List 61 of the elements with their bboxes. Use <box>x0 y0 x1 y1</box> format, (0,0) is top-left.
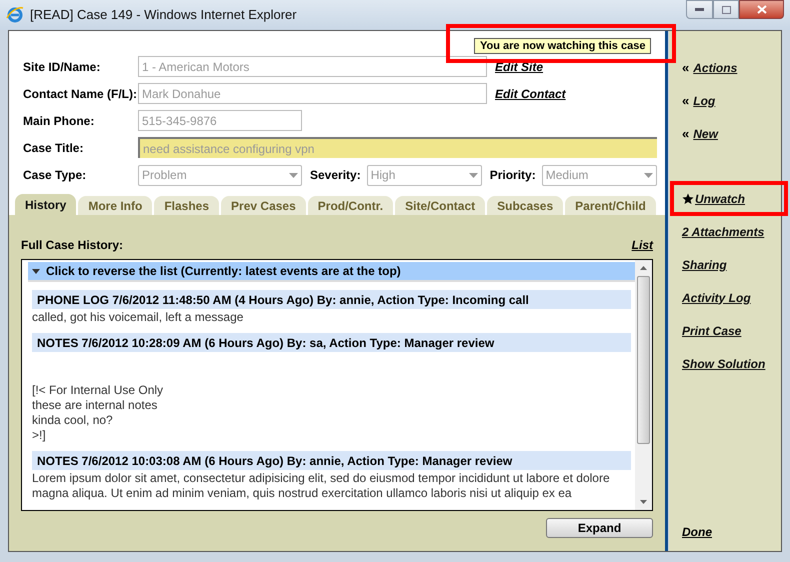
entry-text: >!] <box>32 428 47 443</box>
done-link[interactable]: Done <box>682 523 781 541</box>
entry-text: kinda cool, no? <box>32 413 114 428</box>
scroll-down-icon <box>640 500 647 504</box>
sidebar-link[interactable]: Unwatch <box>695 190 746 208</box>
field-label: Severity: <box>310 167 361 184</box>
tab[interactable]: Flashes <box>154 196 220 215</box>
dropdown-caret-icon <box>644 172 653 178</box>
tab[interactable]: Prev Cases <box>221 196 306 215</box>
field-label: Main Phone: <box>23 112 96 130</box>
watch-notice: You are now watching this case <box>474 38 652 54</box>
section-heading: Full Case History: <box>21 237 124 254</box>
maximize-icon <box>722 6 730 14</box>
field-label: Case Title: <box>23 140 84 156</box>
window-title: [READ] Case 149 - Windows Internet Explorer <box>30 6 297 24</box>
chevron-icon: « <box>682 90 690 110</box>
tab[interactable]: Parent/Child <box>565 196 656 215</box>
dropdown-caret-icon <box>289 172 298 178</box>
entry-text: [!< For Internal Use Only <box>32 383 164 398</box>
entry-text: called, got his voicemail, left a message <box>32 310 244 325</box>
tab[interactable]: More Info <box>78 196 152 215</box>
field-label: Priority: <box>490 167 536 184</box>
tab[interactable]: Site/Contact <box>395 196 486 215</box>
reverse-list-bar[interactable]: Click to reverse the list (Currently: latest events are at the top) <box>28 262 635 282</box>
entry-header: PHONE LOG 7/6/2012 11:48:50 AM (4 Hours Ago) By: annie, Action Type: Incoming call <box>32 290 631 309</box>
sidebar-link[interactable]: New <box>693 124 718 142</box>
scroll-up-icon <box>640 266 647 270</box>
sidebar-link[interactable]: Activity Log <box>682 288 751 306</box>
entry-header: NOTES 7/6/2012 10:28:09 AM (6 Hours Ago) By: sa, Action Type: Manager review <box>32 333 631 352</box>
star-icon <box>682 192 694 204</box>
sidebar-link[interactable]: 2 Attachments <box>682 222 764 240</box>
entry-text: Lorem ipsum dolor sit amet, consectetur adipisicing elit, sed do eiusmod tempor incididunt ut labore et dolore magna aliqua. Ut enim ad minim veniam, quis nostrud exercitation ullamco laboris nisi ut aliquip ex ea <box>32 471 611 501</box>
scrollbar[interactable] <box>635 260 652 510</box>
sidebar-link[interactable]: Show Solution <box>682 354 766 372</box>
tab[interactable]: Prod/Contr. <box>308 196 394 215</box>
chevron-icon: « <box>682 124 690 144</box>
minimize-button[interactable] <box>686 0 713 19</box>
entry-text: these are internal notes <box>32 398 158 413</box>
browser-logo-icon <box>6 6 24 24</box>
expand-button[interactable]: Expand <box>546 518 653 538</box>
sidebar-link[interactable]: Actions <box>693 58 738 76</box>
minimize-icon <box>695 8 704 11</box>
maximize-button[interactable] <box>713 0 739 19</box>
chevron-icon: « <box>682 58 690 78</box>
sidebar-link[interactable]: Log <box>693 92 716 110</box>
field-label: Case Type: <box>23 167 88 184</box>
collapse-caret-icon <box>32 268 40 274</box>
scroll-thumb[interactable] <box>637 276 650 444</box>
field-label: Contact Name (F/L): <box>23 86 138 102</box>
close-icon <box>756 5 766 14</box>
edit-link[interactable]: Edit Contact <box>495 84 566 102</box>
list-link[interactable]: List <box>632 236 653 254</box>
tab[interactable]: History <box>15 194 76 215</box>
close-button[interactable] <box>739 0 784 19</box>
dropdown-caret-icon <box>468 172 478 178</box>
entry-header: NOTES 7/6/2012 10:03:08 AM (6 Hours Ago) By: annie, Action Type: Manager review <box>32 451 631 470</box>
sidebar-link[interactable]: Print Case <box>682 322 742 340</box>
field-label: Site ID/Name: <box>23 58 102 76</box>
tab[interactable]: Subcases <box>487 196 564 215</box>
edit-link[interactable]: Edit Site <box>495 58 544 76</box>
sidebar-link[interactable]: Sharing <box>682 256 727 274</box>
